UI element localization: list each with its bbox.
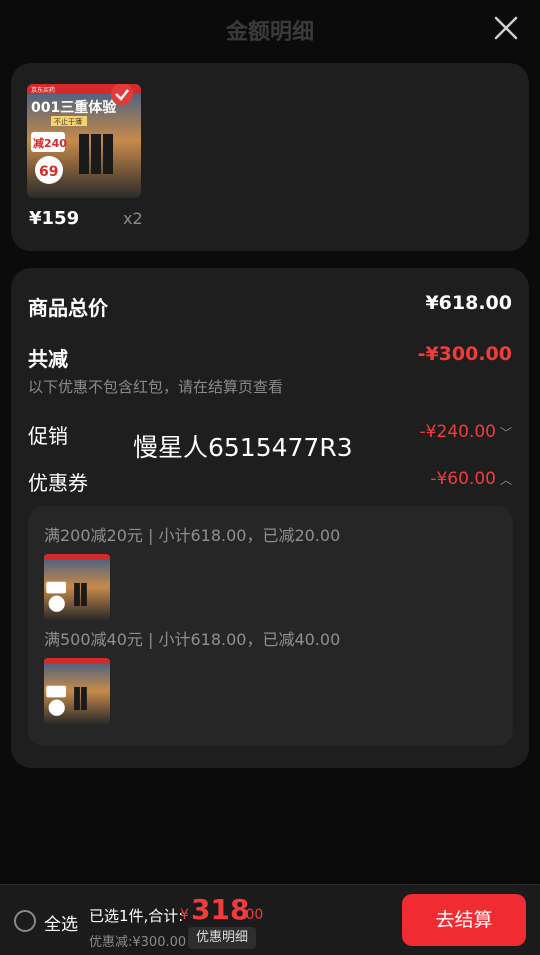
svg-text:不止于薄: 不止于薄 [54,117,82,126]
reduce-label: 共减 [28,347,68,371]
coupon-row[interactable]: 优惠券 -¥60.00 ︿ [28,467,512,496]
coupon-detail-panel: 满200减20元 | 小计618.00，已减20.00 满500减40元 | 小… [28,506,513,746]
reduce-row: 共减 -¥300.00 [28,343,512,372]
svg-text:京东买药: 京东买药 [31,86,55,94]
coupon-product-thumbnail-1 [44,554,110,620]
discount-summary: 优惠减:¥300.00 [89,935,187,950]
total-value: ¥618.00 [425,292,512,314]
promo-value: -¥240.00 [419,422,496,442]
svg-text:001三重体验: 001三重体验 [31,99,117,116]
reduce-note: 以下优惠不包含红包，请在结算页查看 [28,378,284,396]
svg-text:69: 69 [39,164,58,180]
checkout-bar: 全选 已选1件,合计: ¥ 318 .00 优惠减:¥300.00 优惠明细 去… [0,884,540,955]
selected-summary: 已选1件,合计: [89,907,184,925]
chevron-up-icon: ︿ [499,473,512,487]
product-thumbnail[interactable]: 京东买药 001三重体验 不止于薄 减240 69 [27,84,141,198]
total-label: 商品总价 [28,296,108,320]
coupon-value: -¥60.00 [430,469,496,489]
select-all-label[interactable]: 全选 [44,910,78,935]
close-icon[interactable] [492,14,520,42]
product-price: ¥159 [29,208,80,229]
watermark-text: 慢星人6515477R3 [133,433,353,462]
discount-detail-button[interactable]: 优惠明细 [188,927,257,949]
total-row: 商品总价 ¥618.00 [28,292,512,321]
total-currency: ¥ [180,907,189,923]
coupon-label: 优惠券 [28,471,88,495]
coupon-detail-line-1: 满200减20元 | 小计618.00，已减20.00 [44,526,341,545]
header: 金额明细 [0,0,540,58]
summary-card: 商品总价 ¥618.00 共减 -¥300.00 以下优惠不包含红包，请在结算页… [11,268,529,768]
coupon-product-thumbnail-2 [44,658,110,724]
svg-text:减240: 减240 [33,136,67,150]
product-quantity: x2 [123,209,143,228]
checkout-button[interactable]: 去结算 [402,894,526,946]
coupon-detail-line-2: 满500减40元 | 小计618.00，已减40.00 [44,630,341,649]
total-decimal: .00 [241,907,264,923]
chevron-down-icon: ﹀ [499,426,512,440]
promo-label: 促销 [28,424,68,448]
reduce-value: -¥300.00 [417,343,512,365]
select-all-radio[interactable] [14,910,36,932]
page-title: 金额明细 [225,20,314,45]
product-card: 京东买药 001三重体验 不止于薄 减240 69 ¥159 x2 [11,63,529,251]
